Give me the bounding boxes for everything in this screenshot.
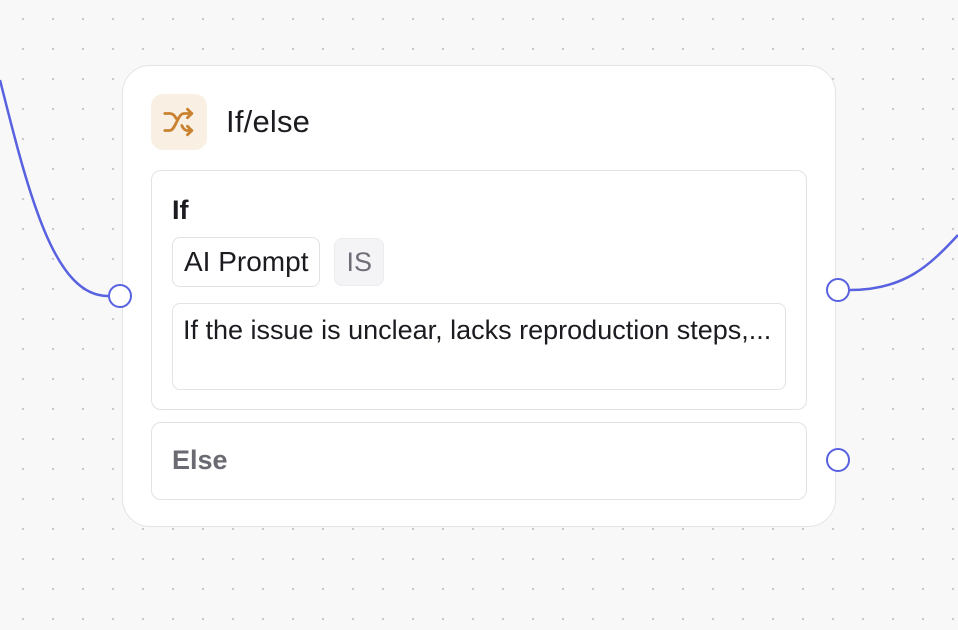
operator-chip[interactable]: IS (334, 238, 384, 286)
if-branch-label: If (172, 195, 189, 225)
condition-source-chip[interactable]: AI Prompt (172, 237, 321, 287)
incoming-edge[interactable] (0, 79, 109, 298)
workflow-canvas[interactable]: If/else If AI Prompt IS If the issue is … (0, 0, 958, 630)
if-outgoing-edge[interactable] (849, 234, 958, 292)
node-header: If/else (151, 94, 310, 150)
shuffle-icon (151, 94, 207, 150)
if-branch[interactable]: If AI Prompt IS If the issue is unclear,… (151, 170, 807, 410)
else-branch-label: Else (172, 445, 228, 475)
else-branch[interactable]: Else (151, 422, 807, 500)
if-output-handle[interactable] (826, 278, 850, 302)
condition-row: AI Prompt IS (172, 237, 384, 287)
else-output-handle[interactable] (826, 448, 850, 472)
node-title: If/else (226, 104, 311, 139)
prompt-preview[interactable]: If the issue is unclear, lacks reproduct… (172, 303, 786, 390)
if-else-node[interactable]: If/else If AI Prompt IS If the issue is … (122, 65, 836, 527)
input-handle[interactable] (108, 284, 132, 308)
